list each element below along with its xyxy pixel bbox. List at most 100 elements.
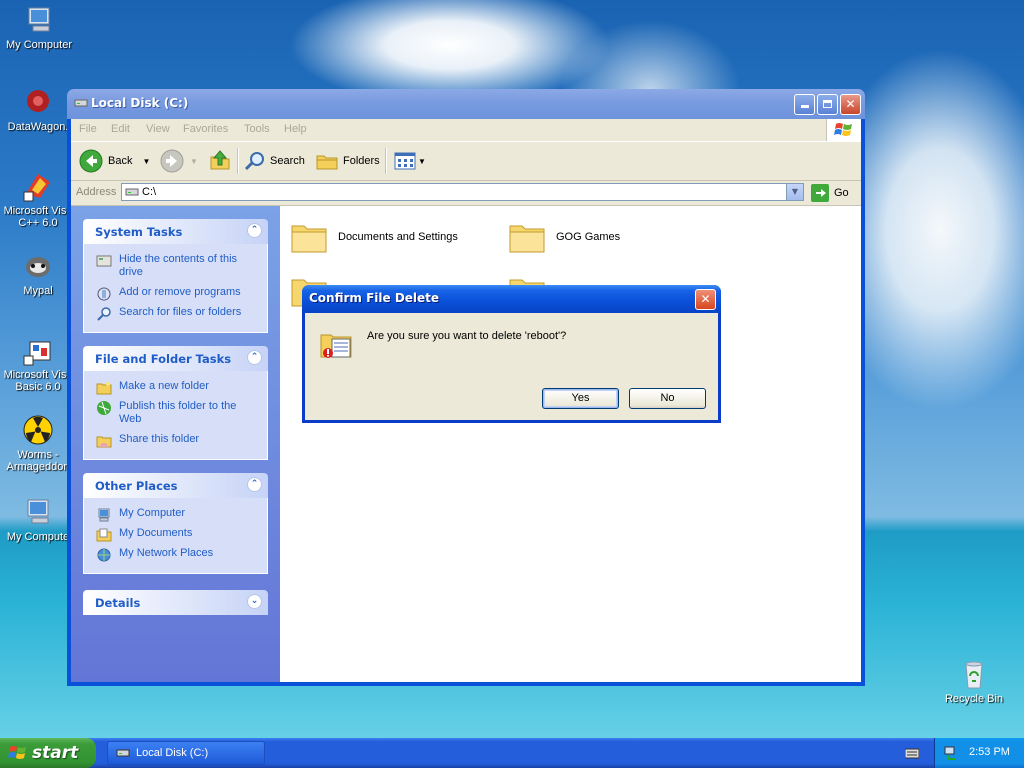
- new-folder-icon: [96, 382, 112, 395]
- expand-icon[interactable]: ⌄: [247, 594, 262, 609]
- start-button[interactable]: start: [0, 738, 96, 768]
- folders-button[interactable]: Folders: [315, 148, 380, 174]
- dialog-titlebar[interactable]: Confirm File Delete ✕: [302, 285, 721, 313]
- folder-content-area: Documents and Settings GOG Games: [280, 206, 861, 682]
- my-documents-icon: [96, 528, 112, 542]
- desktop-icon-my-computer[interactable]: My Computer: [1, 4, 77, 51]
- recycle-bin-icon: [965, 661, 983, 689]
- place-label: My Documents: [119, 527, 193, 539]
- forward-button[interactable]: ▼: [160, 148, 198, 174]
- yes-button[interactable]: Yes: [542, 388, 619, 409]
- visual-basic-icon: [23, 341, 51, 366]
- desktop-icon-label: Microsoft Visu Basic 6.0: [3, 369, 73, 393]
- task-hide-contents[interactable]: Hide the contents of this drive: [84, 253, 267, 279]
- menu-tools[interactable]: Tools: [244, 123, 270, 135]
- minimize-button[interactable]: [794, 94, 815, 115]
- search-button[interactable]: Search: [243, 148, 305, 174]
- go-label: Go: [834, 187, 849, 199]
- windows-flag-logo: [826, 119, 861, 141]
- desktop-icon-label: Microsoft Visu C++ 6.0: [3, 205, 73, 229]
- place-my-documents[interactable]: My Documents: [84, 527, 267, 542]
- menu-favorites[interactable]: Favorites: [183, 123, 228, 135]
- desktop-icon-datawagon[interactable]: DataWagon.: [0, 86, 76, 133]
- close-icon: ✕: [700, 292, 711, 306]
- task-share-folder[interactable]: Share this folder: [84, 433, 267, 448]
- place-my-computer[interactable]: My Computer: [84, 507, 267, 522]
- search-icon: [244, 152, 264, 171]
- desktop-icon-recycle-bin[interactable]: Recycle Bin: [936, 658, 1012, 705]
- up-folder-button[interactable]: [208, 148, 232, 174]
- local-disk-icon: [74, 99, 88, 107]
- task-publish-folder[interactable]: Publish this folder to the Web: [84, 400, 267, 426]
- toolbar-separator: [237, 148, 239, 174]
- collapse-icon[interactable]: ⌃: [247, 477, 262, 492]
- desktop-icon-label: Mypal: [23, 285, 53, 297]
- desktop-icon-worms[interactable]: Worms - Armageddon: [0, 414, 76, 473]
- menu-help[interactable]: Help: [284, 123, 307, 135]
- folder-item[interactable]: GOG Games: [508, 218, 620, 256]
- views-button[interactable]: ▼: [393, 148, 426, 174]
- menu-view[interactable]: View: [146, 123, 170, 135]
- dialog-close-button[interactable]: ✕: [695, 289, 716, 310]
- back-button[interactable]: Back ▼: [79, 148, 150, 174]
- file-folder-tasks-panel: File and Folder Tasks ⌃ Make a new folde…: [83, 346, 268, 460]
- taskbar-item-label: Local Disk (C:): [136, 747, 209, 759]
- system-tasks-body: Hide the contents of this drive Add or r…: [83, 244, 268, 333]
- details-panel: Details ⌄: [83, 590, 268, 615]
- standard-toolbar: Back ▼ ▼ Search Folders ▼: [71, 142, 861, 181]
- collapse-icon[interactable]: ⌃: [247, 223, 262, 238]
- collapse-icon[interactable]: ⌃: [247, 350, 262, 365]
- task-make-new-folder[interactable]: Make a new folder: [84, 380, 267, 395]
- no-button[interactable]: No: [629, 388, 706, 409]
- panel-title: File and Folder Tasks: [95, 352, 232, 366]
- minimize-icon: [800, 105, 809, 108]
- panel-title: System Tasks: [95, 225, 183, 239]
- window-titlebar[interactable]: Local Disk (C:) ✕: [67, 89, 865, 119]
- my-computer-icon: [98, 508, 110, 522]
- desktop-icon-label: DataWagon.: [7, 121, 69, 133]
- other-places-body: My Computer My Documents My Network Plac…: [83, 498, 268, 574]
- desktop-icon-label: My Computer: [5, 39, 73, 51]
- views-dropdown-icon: ▼: [418, 156, 426, 166]
- desktop-icon-mypal[interactable]: Mypal: [0, 250, 76, 297]
- task-label: Search for files or folders: [119, 306, 242, 318]
- go-button[interactable]: Go: [811, 184, 849, 202]
- keyboard-icon[interactable]: [905, 747, 919, 759]
- desktop-icon-my-computer-shortcut[interactable]: My Compute: [0, 496, 76, 543]
- task-add-remove-programs[interactable]: Add or remove programs: [84, 286, 267, 301]
- address-field[interactable]: C:\ ▼: [121, 183, 804, 201]
- desktop-icon-label: Recycle Bin: [944, 693, 1004, 705]
- folder-name: Documents and Settings: [338, 231, 458, 243]
- back-label: Back: [108, 155, 133, 167]
- system-tasks-header[interactable]: System Tasks ⌃: [83, 219, 268, 244]
- file-folder-tasks-header[interactable]: File and Folder Tasks ⌃: [83, 346, 268, 371]
- details-header[interactable]: Details ⌄: [83, 590, 268, 615]
- place-label: My Network Places: [119, 547, 214, 559]
- other-places-header[interactable]: Other Places ⌃: [83, 473, 268, 498]
- network-tray-icon[interactable]: [943, 745, 959, 761]
- folders-label: Folders: [343, 155, 380, 167]
- taskbar-item-local-disk[interactable]: Local Disk (C:): [107, 741, 265, 765]
- maximize-button[interactable]: [817, 94, 838, 115]
- menu-edit[interactable]: Edit: [111, 123, 130, 135]
- forward-arrow-icon: [160, 149, 184, 173]
- address-label: Address: [76, 186, 117, 198]
- other-places-panel: Other Places ⌃ My Computer My Documents …: [83, 473, 268, 574]
- desktop-icon-label: My Compute: [6, 531, 70, 543]
- close-button[interactable]: ✕: [840, 94, 861, 115]
- desktop-icon-visual-cpp[interactable]: Microsoft Visu C++ 6.0: [0, 170, 76, 229]
- back-dropdown-icon[interactable]: ▼: [142, 157, 150, 166]
- address-dropdown-button[interactable]: ▼: [786, 184, 803, 200]
- place-my-network-places[interactable]: My Network Places: [84, 547, 267, 562]
- folder-icon: [509, 225, 545, 253]
- file-folder-tasks-body: Make a new folder Publish this folder to…: [83, 371, 268, 460]
- taskbar: start Local Disk (C:) 2:53 PM: [0, 738, 1024, 768]
- task-search-files[interactable]: Search for files or folders: [84, 306, 267, 321]
- delete-file-icon: [320, 334, 352, 358]
- menu-file[interactable]: File: [79, 123, 97, 135]
- folder-item[interactable]: Documents and Settings: [290, 218, 458, 256]
- chevron-down-icon: ▼: [791, 187, 799, 196]
- clock[interactable]: 2:53 PM: [969, 746, 1010, 758]
- my-computer-shortcut-icon: [27, 499, 49, 524]
- desktop-icon-visual-basic[interactable]: Microsoft Visu Basic 6.0: [0, 334, 76, 393]
